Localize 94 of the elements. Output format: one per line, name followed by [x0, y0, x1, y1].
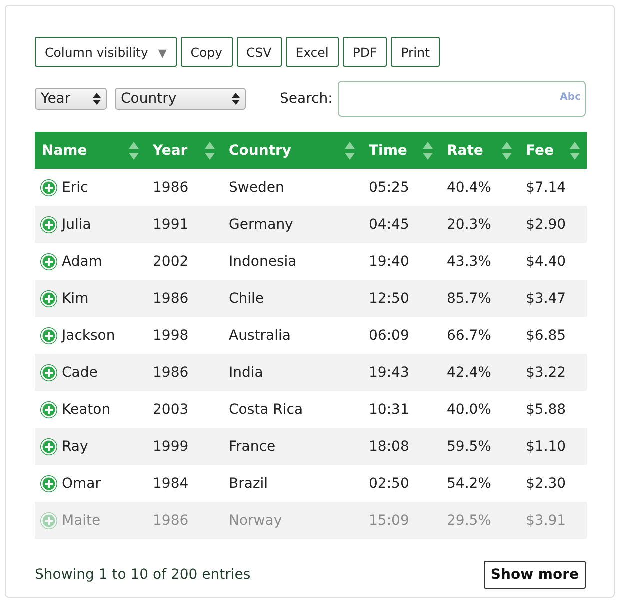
table-cell: Keaton — [62, 402, 111, 418]
table-cell: Costa Rica — [229, 402, 304, 418]
up-down-arrows-icon — [93, 93, 101, 105]
column-header[interactable]: Fee — [526, 142, 580, 160]
filter-select[interactable]: Country — [115, 88, 246, 110]
table-cell: Omar — [62, 476, 101, 492]
table-cell: 85.7% — [447, 290, 492, 306]
table-cell: Germany — [229, 216, 294, 232]
table-cell: 2002 — [153, 254, 189, 270]
table-cell: 10:31 — [369, 402, 410, 418]
sort-icon — [502, 142, 512, 160]
table-cell: 12:50 — [369, 290, 410, 306]
table-cell: 19:43 — [369, 364, 410, 380]
expand-plus-icon[interactable] — [40, 364, 58, 382]
table-cell: Maite — [62, 512, 101, 528]
table-cell: 1986 — [153, 512, 189, 528]
export-button[interactable]: Print — [391, 37, 440, 67]
table-cell: 66.7% — [447, 328, 492, 344]
table-cell: Australia — [229, 328, 291, 344]
table-cell: $3.22 — [526, 364, 566, 380]
search-label: Search: — [280, 91, 333, 107]
table-cell: 1991 — [153, 216, 189, 232]
column-header[interactable]: Country — [229, 142, 355, 160]
table-cell: $6.85 — [526, 328, 566, 344]
filter-select[interactable]: Year — [35, 88, 107, 110]
expand-plus-icon[interactable] — [40, 400, 58, 418]
table-cell: 1984 — [153, 476, 189, 492]
table-cell: Kim — [62, 290, 89, 306]
table-cell: 42.4% — [447, 364, 492, 380]
column-header[interactable]: Time — [369, 142, 433, 160]
column-header[interactable]: Name — [42, 142, 139, 160]
table-cell: 1999 — [153, 438, 189, 454]
table-cell: 06:09 — [369, 328, 410, 344]
table-cell: $3.91 — [526, 512, 566, 528]
table-cell: 1986 — [153, 364, 189, 380]
export-button[interactable]: CSV — [236, 37, 282, 67]
expand-plus-icon[interactable] — [40, 290, 58, 308]
table-cell: Jackson — [62, 328, 116, 344]
show-more-button[interactable]: Show more — [484, 561, 586, 589]
table-cell: 1986 — [153, 290, 189, 306]
sort-icon — [423, 142, 433, 160]
export-button[interactable]: Copy — [180, 37, 233, 67]
table-cell: Adam — [62, 254, 102, 270]
table-cell: Ray — [62, 438, 88, 454]
table-cell: 59.5% — [447, 438, 492, 454]
table-cell: 05:25 — [369, 180, 410, 196]
table-cell: Norway — [229, 512, 282, 528]
table-cell: 04:45 — [369, 216, 410, 232]
export-button[interactable]: PDF — [342, 37, 388, 67]
expand-plus-icon[interactable] — [40, 178, 58, 196]
entries-info: Showing 1 to 10 of 200 entries — [35, 567, 251, 583]
table-cell: $3.47 — [526, 290, 566, 306]
sort-icon — [345, 142, 355, 160]
sort-icon — [129, 142, 139, 160]
table-cell: Brazil — [229, 476, 268, 492]
table-cell: 43.3% — [447, 254, 492, 270]
table-cell: 29.5% — [447, 512, 492, 528]
table-cell: 1986 — [153, 180, 189, 196]
expand-plus-icon[interactable] — [40, 252, 58, 270]
table-cell: 40.0% — [447, 402, 492, 418]
table-cell: 19:40 — [369, 254, 410, 270]
expand-plus-icon[interactable] — [40, 216, 58, 234]
table-cell: $2.90 — [526, 216, 566, 232]
table-cell: $5.88 — [526, 402, 566, 418]
column-header[interactable]: Rate — [447, 142, 512, 160]
expand-plus-icon[interactable] — [40, 438, 58, 456]
sort-icon — [570, 142, 580, 160]
table-cell: $2.30 — [526, 476, 566, 492]
table-cell: Cade — [62, 364, 98, 380]
table-cell: India — [229, 364, 264, 380]
table-cell: Julia — [62, 216, 92, 232]
table-cell: 02:50 — [369, 476, 410, 492]
up-down-arrows-icon — [232, 93, 240, 105]
expand-plus-icon[interactable] — [40, 326, 58, 344]
table-cell: 1998 — [153, 328, 189, 344]
table-cell: $1.10 — [526, 438, 566, 454]
table-cell: Eric — [62, 180, 88, 196]
table-cell: 20.3% — [447, 216, 492, 232]
expand-plus-icon[interactable] — [40, 474, 58, 492]
table-cell: Sweden — [229, 180, 284, 196]
sort-icon — [205, 142, 215, 160]
table-cell: 54.2% — [447, 476, 492, 492]
export-button[interactable]: Excel — [286, 37, 339, 67]
table-cell: Indonesia — [229, 254, 297, 270]
table-cell: 15:09 — [369, 512, 410, 528]
table-cell: Chile — [229, 290, 264, 306]
table-cell: 18:08 — [369, 438, 410, 454]
column-header[interactable]: Year — [153, 142, 215, 160]
table-cell: 40.4% — [447, 180, 492, 196]
table-cell: France — [229, 438, 276, 454]
table-cell: $7.14 — [526, 180, 566, 196]
table-cell: 2003 — [153, 402, 189, 418]
column-visibility-dropdown[interactable]: Column visibility ▼ — [35, 37, 177, 67]
table-cell: $4.40 — [526, 254, 566, 270]
